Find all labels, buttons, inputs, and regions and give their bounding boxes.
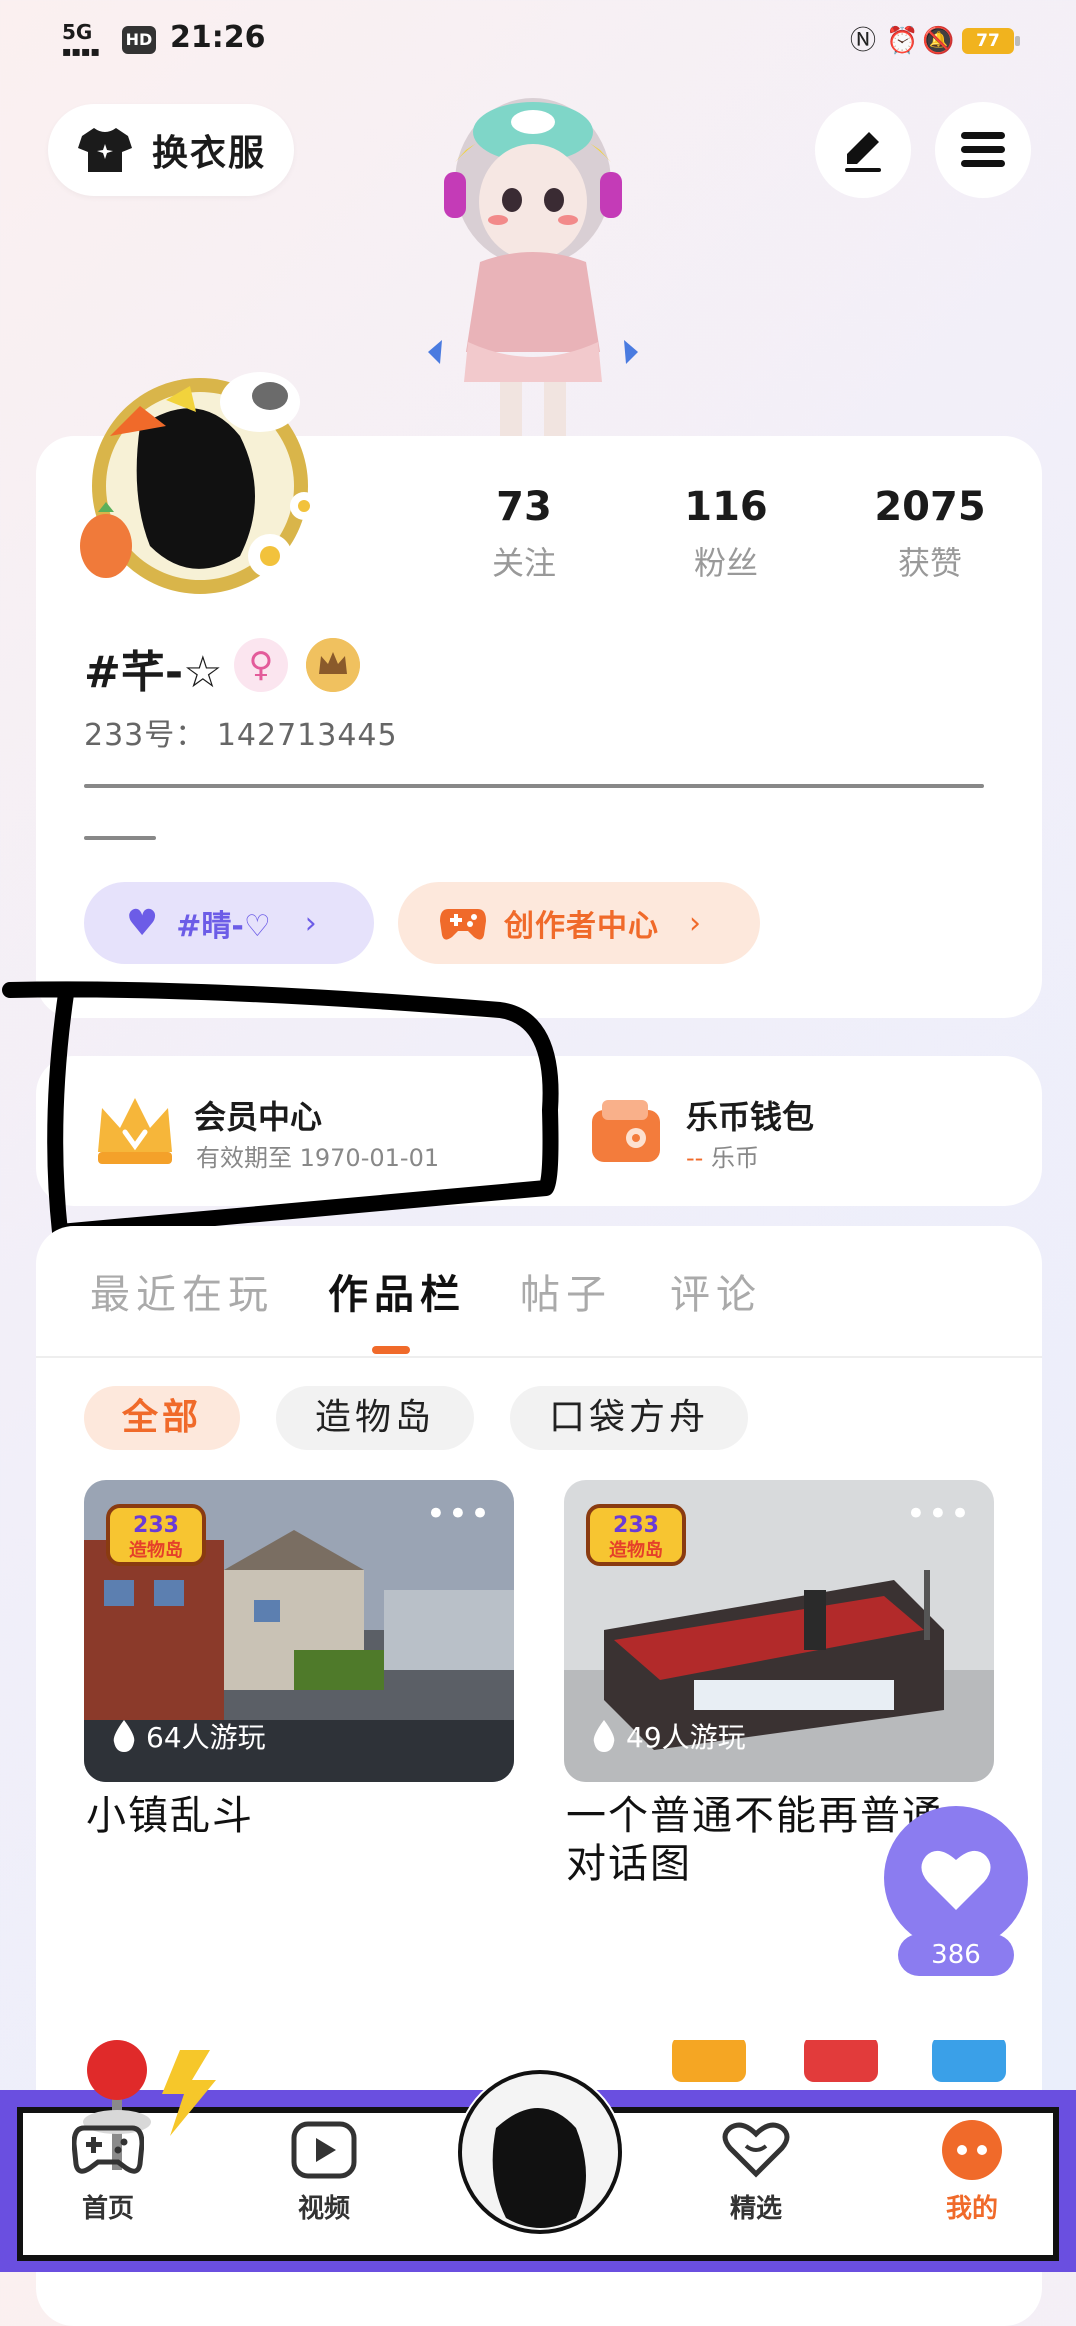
nav-home-label: 首页	[81, 2194, 134, 2224]
chevron-right-icon: ›	[689, 905, 701, 941]
play-count: 64人游玩	[112, 1716, 266, 1756]
nfc-icon: Ⓝ	[849, 26, 876, 56]
stat-following[interactable]: 73 关注	[444, 484, 604, 584]
user-id: 233号： 142713445	[84, 710, 398, 754]
nav-mine[interactable]: 我的	[912, 2120, 1032, 2225]
crown-badge-icon[interactable]	[306, 638, 360, 692]
more-options-icon[interactable]: •••	[906, 1494, 972, 1534]
profile-avatar[interactable]	[70, 346, 330, 606]
friend-pill-button[interactable]: ♥ #晴-♡ ›	[84, 882, 374, 964]
flame-icon	[593, 1720, 615, 1752]
female-icon: ♀	[234, 638, 288, 692]
change-outfit-label: 换衣服	[152, 133, 267, 174]
alarm-icon: ⏰	[886, 26, 919, 56]
filter-island[interactable]: 造物岛	[276, 1386, 474, 1450]
svg-text:233: 233	[613, 1513, 659, 1538]
work-card-thumbnail[interactable]: 233 造物岛 ••• 49人游玩	[564, 1480, 994, 1782]
bio-line	[84, 784, 984, 788]
tab-posts[interactable]: 帖子	[520, 1262, 612, 1320]
creator-center-label: 创作者中心	[504, 909, 659, 944]
edit-profile-button[interactable]	[815, 102, 911, 198]
username: #芊-☆	[84, 647, 223, 698]
status-time: 21:26	[170, 20, 266, 55]
more-options-icon[interactable]: •••	[426, 1494, 492, 1534]
hamburger-icon	[961, 132, 1005, 167]
stat-likes-value: 2075	[874, 484, 986, 530]
pen-icon	[845, 132, 881, 172]
play-count-text: 64人游玩	[146, 1721, 266, 1754]
filter-all[interactable]: 全部	[84, 1386, 240, 1450]
tab-works[interactable]: 作品栏	[328, 1262, 466, 1320]
stat-followers-value: 116	[684, 484, 768, 530]
nav-video-label: 视频	[297, 2194, 350, 2224]
tab-recent-played[interactable]: 最近在玩	[90, 1262, 274, 1320]
stat-likes-label: 获赞	[897, 544, 962, 582]
island-logo: 233 造物岛	[586, 1504, 686, 1566]
avatar	[458, 2070, 622, 2234]
creator-center-button[interactable]: 创作者中心 ›	[398, 882, 760, 964]
heart-icon	[921, 1850, 991, 1910]
menu-button[interactable]	[935, 102, 1031, 198]
user-id-label: 233号：	[84, 718, 207, 753]
stat-followers[interactable]: 116 粉丝	[646, 484, 806, 584]
nav-mine-label: 我的	[945, 2194, 998, 2224]
vip-center-title[interactable]: 会员中心	[194, 1092, 322, 1138]
work-card-thumbnail[interactable]: 233 造物岛 ••• 64人游玩	[84, 1480, 514, 1782]
svg-text:造物岛: 造物岛	[609, 1539, 663, 1561]
play-count: 49人游玩	[592, 1716, 746, 1756]
wallet-icon[interactable]	[588, 1096, 664, 1168]
stat-followers-label: 粉丝	[693, 544, 758, 582]
battery-indicator: 77	[962, 28, 1020, 54]
play-icon	[291, 2121, 357, 2179]
like-button[interactable]	[884, 1806, 1028, 1950]
nav-center-avatar[interactable]	[456, 2068, 624, 2236]
heart-icon	[722, 2122, 790, 2178]
wallet-unit: 乐币	[710, 1144, 759, 1172]
work-title[interactable]: 小镇乱斗	[86, 1792, 516, 1840]
tab-comments[interactable]: 评论	[670, 1262, 762, 1320]
bio-line-short	[84, 836, 156, 840]
user-id-value: 142713445	[216, 718, 398, 753]
avatar-character[interactable]	[420, 92, 646, 442]
flame-icon	[113, 1720, 135, 1752]
island-logo: 233 造物岛	[106, 1504, 206, 1566]
svg-text:233: 233	[133, 1513, 179, 1538]
play-count-text: 49人游玩	[626, 1721, 746, 1754]
stat-following-label: 关注	[491, 544, 556, 582]
mute-icon: 🔕	[922, 26, 955, 56]
vip-crown-icon[interactable]	[92, 1090, 178, 1170]
stat-likes[interactable]: 2075 获赞	[850, 484, 1010, 584]
tshirt-icon	[78, 128, 132, 172]
profile-icon	[942, 2120, 1002, 2180]
wallet-amount: --	[686, 1144, 704, 1172]
status-bar: 5G ▪▪▪▪ HD 21:26 Ⓝ ⏰ 🔕 77	[0, 0, 1076, 80]
wallet-balance: -- 乐币	[686, 1138, 759, 1173]
like-count: 386	[898, 1934, 1014, 1976]
friend-pill-label: #晴-♡	[176, 909, 271, 944]
tab-divider	[36, 1356, 1042, 1358]
vip-expiry: 有效期至 1970-01-01	[196, 1144, 440, 1172]
nav-featured-label: 精选	[729, 2194, 782, 2224]
active-tab-indicator	[372, 1346, 410, 1354]
change-outfit-button[interactable]: 换衣服	[48, 104, 294, 196]
nav-home[interactable]: 首页	[48, 2120, 168, 2225]
heart-icon: ♥	[126, 902, 159, 944]
gamepad-icon	[440, 909, 486, 940]
nav-video[interactable]: 视频	[264, 2120, 384, 2225]
chevron-right-icon: ›	[304, 905, 317, 941]
wallet-title[interactable]: 乐币钱包	[686, 1092, 814, 1138]
gamepad-icon	[71, 2125, 145, 2174]
network-indicator: 5G ▪▪▪▪	[62, 20, 100, 60]
svg-text:造物岛: 造物岛	[129, 1539, 183, 1561]
stat-following-value: 73	[496, 484, 552, 530]
filter-pocket-ark[interactable]: 口袋方舟	[510, 1386, 748, 1450]
hd-badge: HD	[122, 26, 156, 54]
nav-featured[interactable]: 精选	[696, 2120, 816, 2225]
member-wallet-card	[36, 1056, 1042, 1206]
